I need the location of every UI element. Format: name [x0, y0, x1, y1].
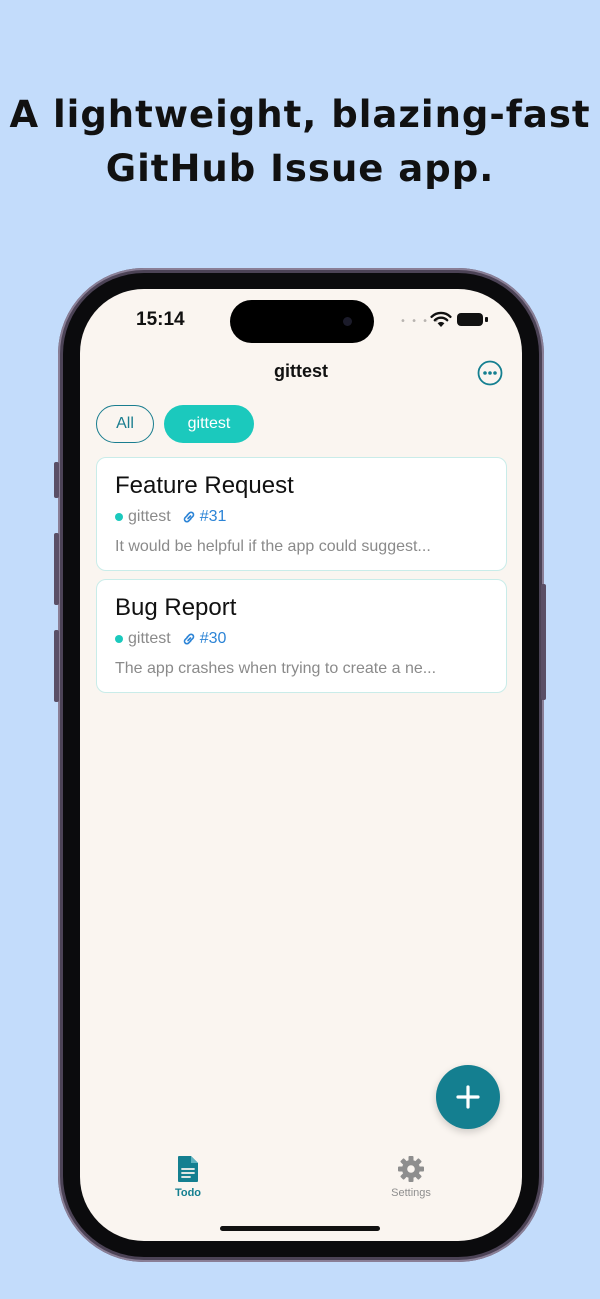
tab-todo-label: Todo	[174, 1187, 202, 1199]
battery-icon	[457, 313, 483, 326]
battery-tip	[485, 317, 488, 322]
link-icon	[183, 511, 194, 523]
plus-icon	[456, 1085, 480, 1109]
tab-settings-label: Settings	[391, 1187, 431, 1199]
headline-line-1: A lightweight, blazing-fast	[9, 93, 591, 136]
issue-number-link[interactable]: #30	[200, 630, 227, 648]
status-icons: • • • •	[400, 311, 492, 329]
tab-todo[interactable]: Todo	[138, 1155, 238, 1199]
headline-line-2: GitHub Issue app.	[105, 147, 495, 190]
wifi-icon	[430, 311, 452, 327]
camera-icon	[343, 317, 352, 326]
issue-title: Feature Request	[115, 472, 294, 499]
add-issue-button[interactable]	[436, 1065, 500, 1129]
status-time: 15:14	[136, 309, 185, 330]
issue-body-preview: The app crashes when trying to create a …	[115, 660, 437, 677]
ellipsis-circle-icon[interactable]	[476, 359, 504, 387]
link-icon	[183, 633, 194, 645]
issue-repo: gittest	[128, 630, 171, 647]
filter-chip-gittest[interactable]: gittest	[164, 405, 254, 443]
gear-icon	[398, 1156, 424, 1182]
power-button	[541, 584, 546, 700]
repo-dot-icon	[115, 513, 123, 521]
headline: A lightweight, blazing-fast GitHub Issue…	[0, 88, 600, 196]
issue-card[interactable]: Bug Report gittest #30 The app crashes w…	[96, 579, 507, 693]
app-screen: 15:14 • • • • gittest All gittest Featur…	[80, 289, 522, 1241]
action-button	[54, 462, 59, 498]
issue-number-link[interactable]: #31	[200, 508, 227, 526]
issue-card[interactable]: Feature Request gittest #31 It would be …	[96, 457, 507, 571]
volume-up-button	[54, 533, 59, 605]
repo-dot-icon	[115, 635, 123, 643]
issue-body-preview: It would be helpful if the app could sug…	[115, 538, 431, 555]
nav-title: gittest	[274, 361, 328, 381]
issue-meta: gittest #31	[115, 508, 226, 526]
issue-meta: gittest #30	[115, 630, 226, 648]
volume-down-button	[54, 630, 59, 702]
filter-chip-all[interactable]: All	[96, 405, 154, 443]
dynamic-island	[230, 300, 374, 343]
document-icon	[178, 1156, 198, 1182]
issue-title: Bug Report	[115, 594, 237, 621]
tab-settings[interactable]: Settings	[361, 1155, 461, 1199]
filter-chips: All gittest	[96, 405, 254, 443]
home-indicator	[220, 1226, 380, 1231]
issue-repo: gittest	[128, 508, 171, 525]
